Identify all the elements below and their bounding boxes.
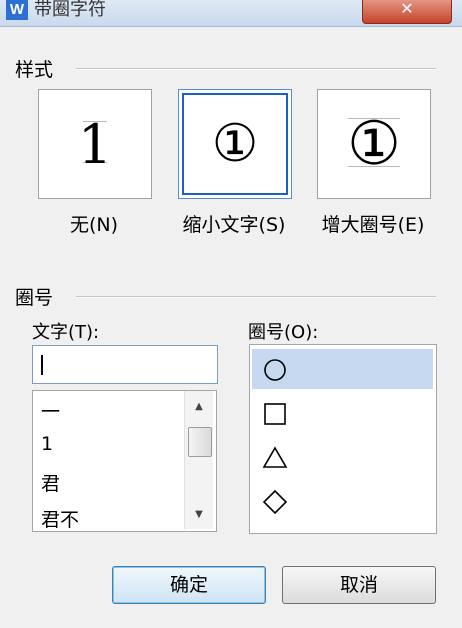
scroll-up-arrow-icon[interactable]: ▲ <box>185 397 213 417</box>
style-option-none[interactable]: 1 <box>38 89 152 199</box>
enclosure-group-divider <box>76 296 436 298</box>
cancel-button[interactable]: 取消 <box>282 566 436 604</box>
enclosure-field-label: 圈号(O): <box>248 322 319 343</box>
list-item[interactable]: 1 <box>41 433 53 455</box>
dialog-title: 带圈字符 <box>34 0 106 20</box>
list-item[interactable]: 一 <box>41 397 60 424</box>
style-enlarge-glyph: ① <box>347 109 401 179</box>
title-bar: W 带圈字符 ✕ <box>0 0 462 27</box>
enclosure-list[interactable] <box>249 344 437 534</box>
style-group-label: 样式 <box>15 55 60 82</box>
text-caret <box>41 355 43 375</box>
style-option-shrink-text[interactable]: ① <box>178 89 292 199</box>
scroll-down-arrow-icon[interactable]: ▼ <box>185 505 213 525</box>
style-shrink-glyph: ① <box>211 114 259 174</box>
enclosure-item-diamond[interactable] <box>252 481 433 521</box>
close-button[interactable]: ✕ <box>362 0 452 24</box>
list-item[interactable]: 君不 <box>41 505 79 531</box>
style-option-shrink-text-label[interactable]: 缩小文字(S) <box>170 212 298 238</box>
enclosure-item-square[interactable] <box>252 393 433 433</box>
app-icon: W <box>6 0 28 20</box>
style-option-enlarge-circle-label[interactable]: 增大圈号(E) <box>309 212 437 238</box>
enclosure-group-label: 圈号 <box>15 283 60 310</box>
square-icon <box>264 403 286 425</box>
list-item[interactable]: 君 <box>41 469 60 496</box>
diamond-icon <box>262 489 288 515</box>
style-none-glyph: 1 <box>77 112 113 176</box>
enclosure-item-circle[interactable] <box>252 349 433 389</box>
enclosure-item-triangle[interactable] <box>252 437 433 477</box>
close-icon: ✕ <box>400 0 414 18</box>
scrollbar-thumb[interactable] <box>188 427 212 457</box>
style-option-enlarge-circle[interactable]: ① <box>317 89 431 199</box>
text-input[interactable] <box>32 345 218 384</box>
circle-icon <box>264 359 286 381</box>
text-field-label: 文字(T): <box>32 322 100 343</box>
triangle-icon <box>262 446 288 468</box>
style-option-none-label[interactable]: 无(N) <box>38 212 150 238</box>
text-list-scrollbar[interactable]: ▲ ▼ <box>184 391 213 529</box>
ok-button[interactable]: 确定 <box>112 566 266 604</box>
style-group-divider <box>76 68 436 70</box>
